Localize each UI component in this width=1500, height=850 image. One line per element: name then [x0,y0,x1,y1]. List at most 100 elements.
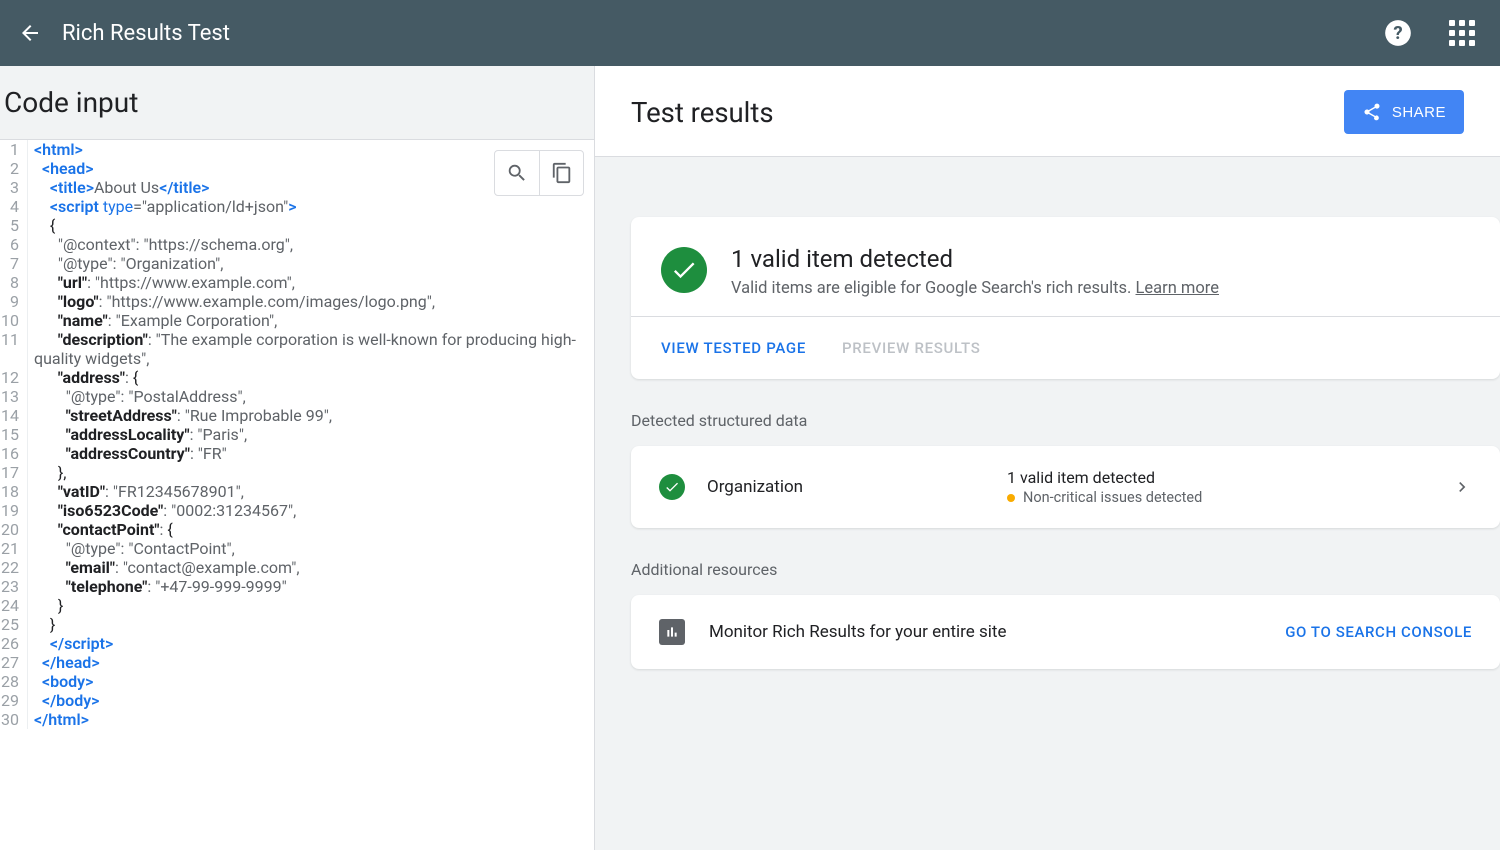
code-input-title: Code input [0,66,594,140]
learn-more-link[interactable]: Learn more [1136,279,1219,298]
code-text[interactable]: "contactPoint": { [28,520,594,539]
code-text[interactable]: }, [28,463,594,482]
line-number: 17 [0,463,28,482]
search-icon [506,162,528,184]
code-text[interactable]: "description": "The example corporation … [28,330,594,368]
code-line[interactable]: 8 "url": "https://www.example.com", [0,273,594,292]
code-line[interactable]: 27 </head> [0,653,594,672]
code-text[interactable]: "@context": "https://schema.org", [28,235,594,254]
line-number: 19 [0,501,28,520]
code-text[interactable]: "address": { [28,368,594,387]
chevron-right-icon [1452,477,1472,497]
code-line[interactable]: 23 "telephone": "+47-99-999-9999" [0,577,594,596]
line-number: 1 [0,140,28,159]
code-line[interactable]: 13 "@type": "PostalAddress", [0,387,594,406]
code-text[interactable]: "@type": "ContactPoint", [28,539,594,558]
code-line[interactable]: 9 "logo": "https://www.example.com/image… [0,292,594,311]
code-line[interactable]: 28 <body> [0,672,594,691]
share-button[interactable]: SHARE [1344,90,1464,134]
code-text[interactable]: </head> [28,653,594,672]
structured-data-name: Organization [707,477,1007,497]
share-icon [1362,102,1382,122]
code-text[interactable]: "logo": "https://www.example.com/images/… [28,292,594,311]
apps-icon [1449,20,1475,46]
code-text[interactable]: "addressLocality": "Paris", [28,425,594,444]
code-line[interactable]: 18 "vatID": "FR12345678901", [0,482,594,501]
code-line[interactable]: 16 "addressCountry": "FR" [0,444,594,463]
line-number: 21 [0,539,28,558]
left-panel: Code input 1<html>2 <head>3 <title>About… [0,66,595,850]
code-line[interactable]: 30</html> [0,710,594,729]
valid-subtext: Valid items are eligible for Google Sear… [731,279,1219,298]
code-line[interactable]: 10 "name": "Example Corporation", [0,311,594,330]
line-number: 27 [0,653,28,672]
code-text[interactable]: } [28,615,594,634]
code-line[interactable]: 22 "email": "contact@example.com", [0,558,594,577]
code-search-button[interactable] [495,151,539,195]
code-text[interactable]: "iso6523Code": "0002:31234567", [28,501,594,520]
code-text[interactable]: "vatID": "FR12345678901", [28,482,594,501]
code-text[interactable]: } [28,596,594,615]
code-toolbar [494,150,584,196]
code-line[interactable]: 5 { [0,216,594,235]
code-text[interactable]: "name": "Example Corporation", [28,311,594,330]
code-line[interactable]: 20 "contactPoint": { [0,520,594,539]
code-copy-button[interactable] [539,151,583,195]
line-number: 12 [0,368,28,387]
apps-button[interactable] [1442,13,1482,53]
monitor-text: Monitor Rich Results for your entire sit… [709,622,1007,642]
code-line[interactable]: 6 "@context": "https://schema.org", [0,235,594,254]
code-line[interactable]: 25 } [0,615,594,634]
code-line[interactable]: 29 </body> [0,691,594,710]
help-button[interactable]: ? [1378,13,1418,53]
warning-dot-icon [1007,494,1015,502]
code-text[interactable]: <body> [28,672,594,691]
code-text[interactable]: "email": "contact@example.com", [28,558,594,577]
check-icon [661,247,707,293]
code-text[interactable]: "@type": "Organization", [28,254,594,273]
valid-heading: 1 valid item detected [731,245,1219,273]
chart-icon [659,619,685,645]
code-text[interactable]: "streetAddress": "Rue Improbable 99", [28,406,594,425]
go-to-search-console-button[interactable]: GO TO SEARCH CONSOLE [1285,623,1472,641]
code-text[interactable]: "@type": "PostalAddress", [28,387,594,406]
code-line[interactable]: 26 </script> [0,634,594,653]
code-line[interactable]: 15 "addressLocality": "Paris", [0,425,594,444]
code-text[interactable]: "telephone": "+47-99-999-9999" [28,577,594,596]
code-line[interactable]: 19 "iso6523Code": "0002:31234567", [0,501,594,520]
back-button[interactable] [18,21,42,45]
line-number: 26 [0,634,28,653]
view-tested-page-button[interactable]: VIEW TESTED PAGE [661,339,806,357]
code-editor[interactable]: 1<html>2 <head>3 <title>About Us</title>… [0,140,594,850]
code-text[interactable]: "addressCountry": "FR" [28,444,594,463]
code-line[interactable]: 11 "description": "The example corporati… [0,330,594,368]
code-line[interactable]: 21 "@type": "ContactPoint", [0,539,594,558]
detected-label: Detected structured data [631,411,1500,430]
line-number: 15 [0,425,28,444]
code-text[interactable]: </script> [28,634,594,653]
line-number: 8 [0,273,28,292]
code-line[interactable]: 7 "@type": "Organization", [0,254,594,273]
line-number: 7 [0,254,28,273]
code-text[interactable]: "url": "https://www.example.com", [28,273,594,292]
code-text[interactable]: { [28,216,594,235]
code-text[interactable]: </body> [28,691,594,710]
line-number: 29 [0,691,28,710]
line-number: 20 [0,520,28,539]
copy-icon [551,162,573,184]
structured-data-detail-1: 1 valid item detected [1007,468,1452,487]
structured-data-row-organization[interactable]: Organization 1 valid item detected Non-c… [631,446,1500,528]
code-line[interactable]: 24 } [0,596,594,615]
results-header: Test results SHARE [595,66,1500,157]
code-line[interactable]: 12 "address": { [0,368,594,387]
line-number: 22 [0,558,28,577]
code-text[interactable]: <script type="application/ld+json"> [28,197,594,216]
code-line[interactable]: 4 <script type="application/ld+json"> [0,197,594,216]
additional-label: Additional resources [631,560,1500,579]
share-label: SHARE [1392,104,1446,121]
code-line[interactable]: 17 }, [0,463,594,482]
check-icon [659,474,685,500]
code-line[interactable]: 14 "streetAddress": "Rue Improbable 99", [0,406,594,425]
line-number: 16 [0,444,28,463]
code-text[interactable]: </html> [28,710,594,729]
